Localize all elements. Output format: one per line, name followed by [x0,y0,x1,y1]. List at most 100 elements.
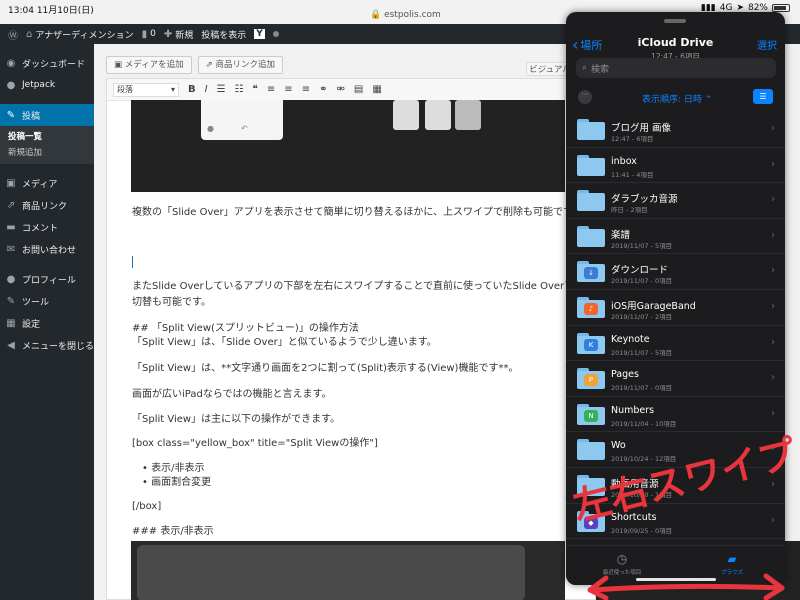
home-indicator[interactable] [636,578,716,581]
italic-icon[interactable]: I [205,84,208,95]
file-list-row[interactable]: 動画用音源 2019/10/20 - 1項目 › [566,468,785,504]
file-list-row[interactable]: ♪ iOS用GarageBand 2019/11/07 - 2項目 › [566,290,785,326]
add-media-button[interactable]: ▣ メディアを追加 [106,56,192,74]
list-view-icon[interactable]: ☰ [753,89,773,104]
list-item: • 画面割合変更 [142,477,212,488]
file-list-row[interactable]: ブログ用 画像 12:47 - 6項目 › [566,112,785,148]
sidebar-item-media[interactable]: ▣ メディア [0,172,94,194]
chevron-right-icon: › [771,123,775,134]
url-domain[interactable]: 🔒 estpolis.com [370,10,441,20]
page-title: iCloud Drive [637,36,714,49]
align-left-icon[interactable]: ≡ [267,84,275,95]
chevron-right-icon: › [771,158,775,170]
thumbnail [393,100,419,130]
media-icon: ▣ [6,177,16,189]
file-list-row[interactable]: 楽譜 2019/11/07 - 5項目 › [566,219,785,255]
sidebar-item-comments[interactable]: ▬ コメント [0,216,94,238]
chevron-right-icon: › [771,514,775,526]
folder-name: iOS用GarageBand [611,300,696,312]
folder-meta: 2019/11/04 - 10項目 [611,419,677,428]
folder-icon: ▰ [727,552,737,566]
collapse-menu-button[interactable]: ◀ メニューを閉じる [0,334,94,356]
folder-meta: 2019/11/07 - 0項目 [611,277,673,286]
thumbnail [455,100,481,130]
folder-meta: 昨日 - 2項目 [611,206,648,215]
search-input[interactable]: ⌕ 検索 [576,58,776,78]
file-list-row[interactable]: inbox 11:41 - 4項目 › [566,148,785,184]
sidebar-item-contact[interactable]: ✉ お問い合わせ [0,238,94,260]
folder-meta: 2019/11/07 - 5項目 [611,348,673,357]
comment-icon: ▮ [141,28,148,40]
align-right-icon[interactable]: ≡ [302,84,310,95]
view-post-link[interactable]: 投稿を表示 [201,28,246,41]
site-name-link[interactable]: ⌂ アナザーディメンション [26,28,134,41]
folder-icon [577,439,605,461]
icloud-drive-slideover[interactable]: ‹ 場所 iCloud Drive 12:47 - 6項目 選択 ⌕ 検索 ···… [566,12,785,585]
sort-row: ··· 表示順序: 日時 ⌃ ☰ [566,88,785,108]
thumbnail [425,100,451,130]
unlink-icon[interactable]: ⚮ [336,84,344,95]
folder-meta: 2019/11/07 - 0項目 [611,384,673,393]
file-list-row[interactable]: ↓ ダウンロード 2019/11/07 - 0項目 › [566,254,785,290]
align-center-icon[interactable]: ≡ [284,84,292,95]
file-list-row[interactable]: N Numbers 2019/11/04 - 10項目 › [566,397,785,433]
plus-icon: ✚ [163,28,173,40]
file-list-row[interactable]: ダラブッカ音源 昨日 - 2項目 › [566,183,785,219]
folder-name: Shortcuts [611,511,657,523]
tab-browse[interactable]: ▰ ブラウズ [710,552,754,576]
read-more-icon[interactable]: ▤ [354,84,363,95]
numbered-list-icon[interactable]: ☷ [235,84,244,95]
sidebar-item-product-link[interactable]: ⇗ 商品リンク [0,194,94,216]
sidebar-item-posts-list[interactable]: 投稿一覧 [0,129,94,145]
sidebar-item-new-post[interactable]: 新規追加 [0,145,94,161]
sidebar-item-settings[interactable]: ▦ 設定 [0,312,94,334]
more-icon[interactable]: ··· [578,90,592,104]
content-line: またSlide Overしているアプリの下部を左右にスワイプすることで直前に使っ… [132,281,605,292]
file-list-row[interactable]: Wo 2019/10/24 - 12項目 › [566,432,785,468]
screenshot-card: ● ↶ [201,100,283,140]
content-line: 「Split View」は、「Slide Over」と似ているようで少し違います… [132,337,437,348]
yoast-icon[interactable]: Y [254,29,265,39]
status-dot-icon [272,31,279,37]
chevron-right-icon: › [771,372,775,384]
sort-order-button[interactable]: 表示順序: 日時 ⌃ [642,92,712,105]
sidebar-item-posts[interactable]: ✎ 投稿 [0,104,94,126]
download-app-icon: ↓ [584,267,598,280]
shortcuts-app-icon: ◆ [584,516,598,529]
chevron-right-icon: › [771,443,775,455]
select-button[interactable]: 選択 [757,37,777,52]
sidebar-item-profile[interactable]: ● プロフィール [0,268,94,290]
file-list-row[interactable]: K Keynote 2019/11/07 - 5項目 › [566,326,785,362]
file-list-row[interactable]: ◆ Shortcuts 2019/09/25 - 0項目 › [566,504,785,540]
wordpress-logo-icon[interactable]: Ⓦ [8,27,18,42]
list-item: • 表示/非表示 [142,463,205,474]
add-product-link-button[interactable]: ⇗ 商品リンク追加 [197,56,283,74]
bold-icon[interactable]: B [188,84,196,95]
file-list: ブログ用 画像 12:47 - 6項目 › inbox 11:41 - 4項目 … [566,112,785,540]
sidebar-item-tools[interactable]: ✎ ツール [0,290,94,312]
comments-link[interactable]: ▮ 0 [142,29,156,40]
link-icon[interactable]: ⚭ [319,84,327,95]
text-cursor [132,256,133,268]
folder-name: ダウンロード [611,265,669,277]
content-line: [/box] [132,501,162,512]
bullet-list-icon[interactable]: ☰ [217,84,226,95]
chevron-right-icon: › [771,336,775,348]
toolbar-toggle-icon[interactable]: ▦ [372,84,381,95]
sidebar-item-jetpack[interactable]: ● Jetpack [0,74,94,96]
format-select[interactable]: 段落 [113,82,179,97]
file-list-row[interactable]: P Pages 2019/11/07 - 0項目 › [566,361,785,397]
chevron-right-icon: › [771,407,775,419]
folder-icon: K [577,332,605,354]
admin-sidebar: ◉ ダッシュボード ● Jetpack ✎ 投稿 投稿一覧 新規追加 ▣ メディア ⇗ 商… [0,44,94,600]
tab-recent[interactable]: ◷ 最近使った項目 [600,552,644,576]
folder-meta: 2019/09/25 - 0項目 [611,526,673,535]
content-line: ### 表示/非表示 [132,526,214,537]
folder-meta: 2019/10/24 - 12項目 [611,455,677,464]
sidebar-item-dashboard[interactable]: ◉ ダッシュボード [0,52,94,74]
chevron-right-icon: › [771,194,775,206]
new-content-link[interactable]: ✚ 新規 [164,28,193,41]
quote-icon[interactable]: ❝ [253,84,258,95]
slideover-grabber[interactable] [664,19,686,23]
folder-name: inbox [611,155,637,167]
